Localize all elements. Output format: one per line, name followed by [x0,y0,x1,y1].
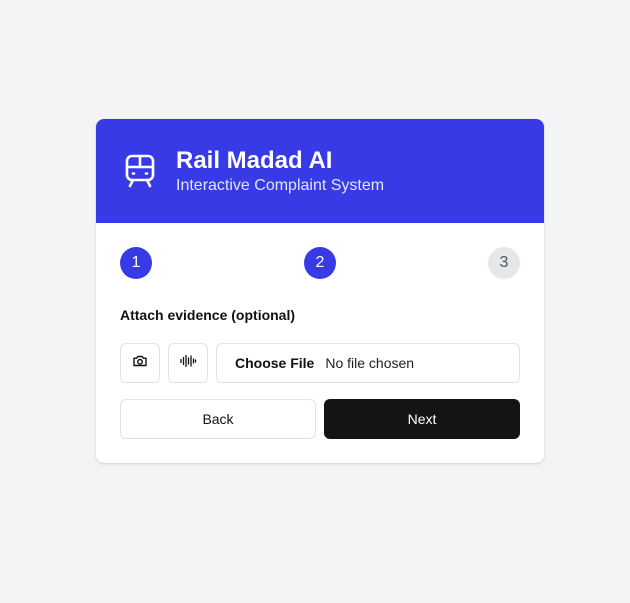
back-button[interactable]: Back [120,399,316,439]
form-actions: Back Next [120,399,520,439]
file-input[interactable]: Choose File No file chosen [216,343,520,383]
file-status-text: No file chosen [325,355,415,371]
audio-waveform-icon [179,353,197,374]
evidence-label: Attach evidence (optional) [120,307,296,323]
attach-row: Choose File No file chosen [120,343,520,383]
card-body: 1 2 3 Attach evidence (optional) Choose … [96,223,544,439]
complaint-card: Rail Madad AI Interactive Complaint Syst… [96,119,544,463]
app-title: Rail Madad AI [176,146,333,174]
step-indicator: 1 2 3 [120,247,520,279]
next-button[interactable]: Next [324,399,520,439]
step-1-badge: 1 [120,247,152,279]
camera-icon [132,353,148,374]
card-header: Rail Madad AI Interactive Complaint Syst… [96,119,544,223]
camera-button[interactable] [120,343,160,383]
choose-file-button[interactable]: Choose File [235,355,314,371]
step-3-badge: 3 [488,247,520,279]
train-icon [124,153,156,189]
app-subtitle: Interactive Complaint System [176,176,385,194]
audio-record-button[interactable] [168,343,208,383]
step-2-badge: 2 [304,247,336,279]
header-titles: Rail Madad AI Interactive Complaint Syst… [176,147,384,196]
